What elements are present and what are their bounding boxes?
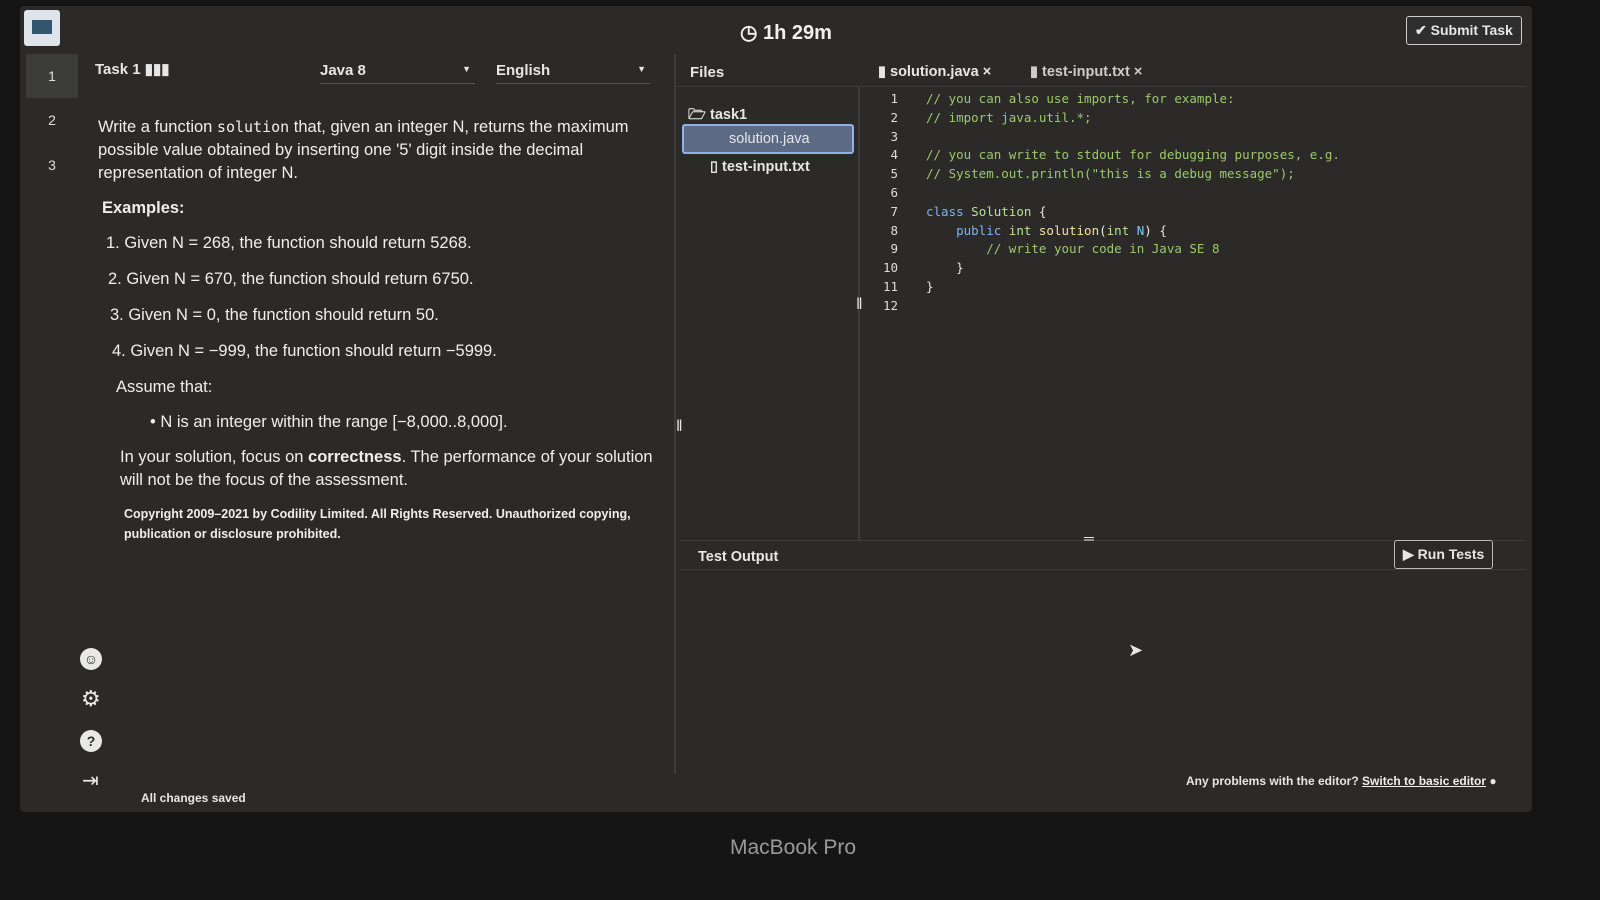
logout-icon[interactable]: ⇥ [82,768,99,793]
help-icon[interactable]: ? [80,730,102,752]
task-nav-1[interactable]: 1 [26,54,78,98]
pause-icon: ▮▮▮ [144,61,170,78]
resize-handle[interactable]: ‖ [676,418,683,436]
human-language-select[interactable]: English ▼ [496,56,650,84]
file-icon: ▮ [1030,64,1043,80]
task-nav-2[interactable]: 2 [26,98,78,142]
editor-problem-notice: Any problems with the editor? Switch to … [1186,774,1497,788]
file-test-input[interactable]: ▯ test-input.txt [710,159,810,175]
task-nav-3[interactable]: 3 [26,143,78,187]
output-header-divider [680,569,1526,570]
device-label: MacBook Pro [730,836,857,859]
close-icon[interactable]: × [1134,64,1142,80]
file-solution-java[interactable]: solution.java [682,124,854,154]
save-status: All changes saved [141,791,246,805]
accessibility-icon[interactable]: ☺ [80,648,102,670]
screen: ◷ 1h 29m ✔ Submit Task 1 2 3 Task 1 ▮▮▮ … [20,6,1532,812]
close-icon[interactable]: × [983,64,991,80]
files-title: Files [690,64,725,81]
tab-solution-java[interactable]: ▮ solution.java × [878,64,991,80]
mouse-cursor-icon: ➤ [1128,640,1144,660]
language-select[interactable]: Java 8 ▼ [320,56,475,84]
info-icon: ● [1489,774,1497,788]
caret-down-icon: ▼ [637,64,646,74]
resize-handle[interactable]: ‖ [856,296,863,314]
header-divider [676,86,1526,87]
task-title: Task 1 ▮▮▮ [95,61,170,78]
play-icon: ▶ [1403,546,1418,562]
clock-icon: ◷ [740,22,764,44]
settings-icon[interactable]: ⚙ [81,686,101,712]
file-icon: ▮ [878,64,891,80]
timer: ◷ 1h 29m [740,22,832,44]
test-output-title: Test Output [698,549,779,565]
tab-test-input[interactable]: ▮ test-input.txt × [1030,64,1142,80]
panel-divider [674,54,676,774]
file-icon: ▯ [710,159,723,175]
task-description: Write a function solution that, given an… [98,118,653,541]
switch-basic-editor-link[interactable]: Switch to basic editor [1362,774,1486,788]
run-tests-button[interactable]: ▶ Run Tests [1394,540,1494,569]
check-icon: ✔ [1415,22,1431,38]
submit-task-button[interactable]: ✔ Submit Task [1406,16,1522,45]
resize-handle-horizontal[interactable]: ═ [1084,530,1094,546]
folder-icon: 🗁 [688,107,711,123]
caret-down-icon: ▼ [462,64,471,74]
codility-logo [24,10,60,46]
code-editor[interactable]: 1// you can also use imports, for exampl… [870,90,1340,316]
